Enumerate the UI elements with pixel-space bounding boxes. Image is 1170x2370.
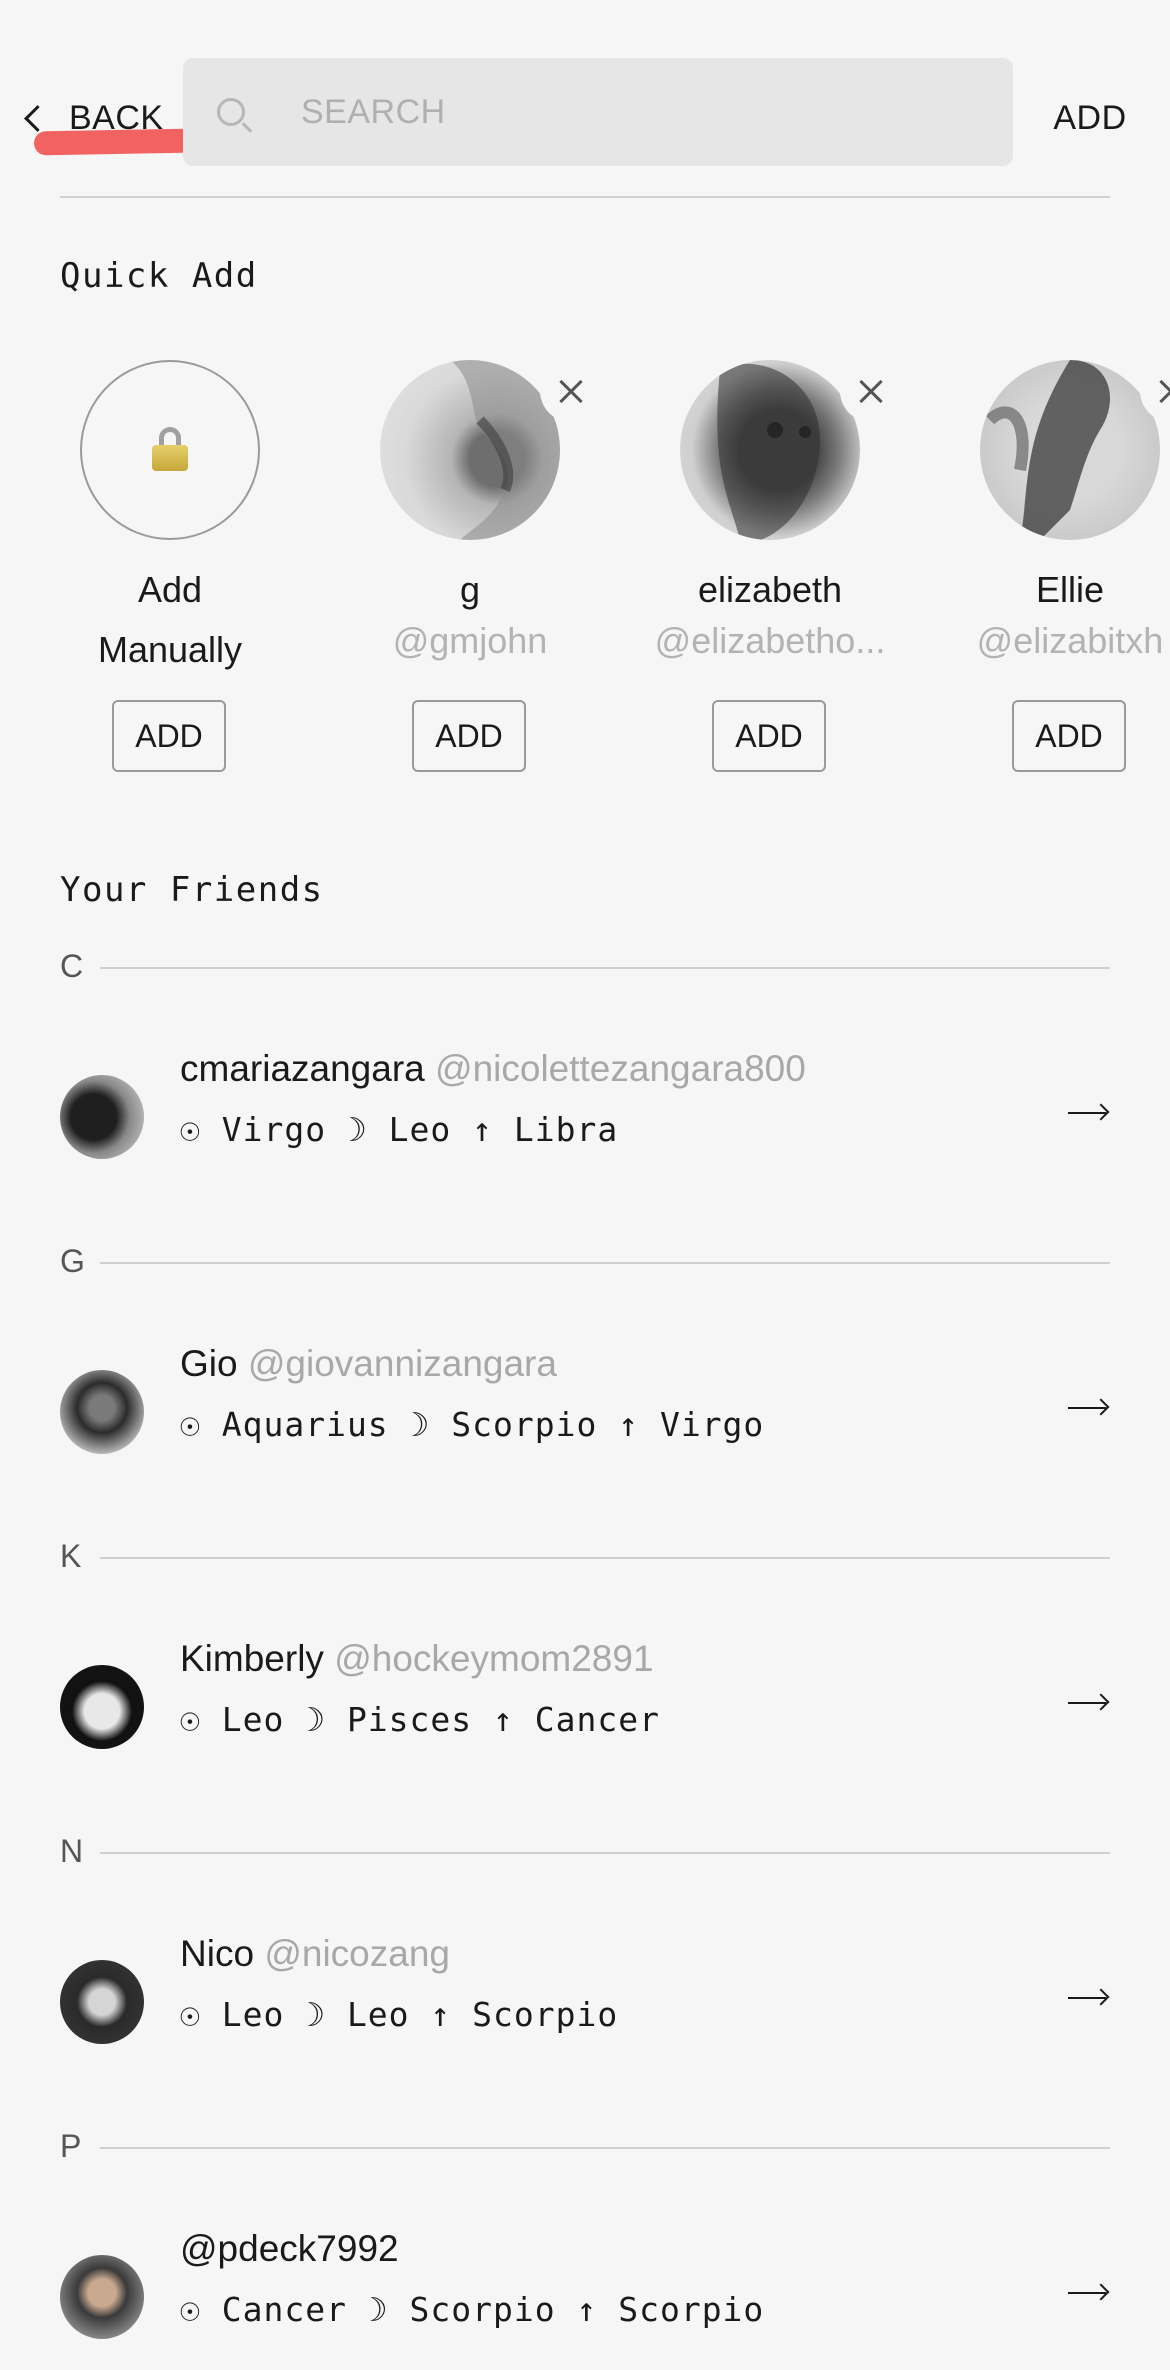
quick-add-manual-card: Add Manually ADD xyxy=(20,360,320,780)
search-icon xyxy=(217,98,245,126)
arrow-right-icon[interactable] xyxy=(1068,2292,1106,2294)
friend-handle: @giovannizangara xyxy=(247,1343,557,1384)
suggestion-name: elizabeth xyxy=(697,569,843,610)
friend-row[interactable]: @pdeck7992 ☉ Cancer ☽ Scorpio ↑ Scorpio xyxy=(0,2220,1170,2360)
avatar xyxy=(60,1665,144,1749)
astro-signs: ☉ Cancer ☽ Scorpio ↑ Scorpio xyxy=(180,2290,765,2329)
suggestion-handle: @elizabitxh xyxy=(976,620,1164,661)
sculpture-image xyxy=(985,360,1110,540)
add-manually-button[interactable]: ADD xyxy=(112,700,226,772)
quick-add-title: Quick Add xyxy=(60,256,258,296)
friend-name-line: cmariazangara @nicolettezangara800 xyxy=(180,1048,806,1090)
friend-name: Nico xyxy=(180,1933,255,1974)
friend-handle: @nicozang xyxy=(264,1933,450,1974)
avatar[interactable] xyxy=(380,360,560,540)
section-letter: P xyxy=(60,2128,82,2164)
section-letter: K xyxy=(60,1538,82,1574)
arrow-right-icon[interactable] xyxy=(1068,1407,1106,1409)
add-button[interactable]: ADD xyxy=(1030,90,1150,146)
suggestion-name: g xyxy=(459,569,481,610)
arrow-right-icon[interactable] xyxy=(1068,1112,1106,1114)
friend-name: Gio xyxy=(180,1343,238,1384)
friend-name-line: Nico @nicozang xyxy=(180,1933,450,1975)
avatar[interactable] xyxy=(680,360,860,540)
dismiss-suggestion-close-icon[interactable] xyxy=(540,360,602,422)
friend-handle: @pdeck7992 xyxy=(180,2228,399,2269)
section-letter: N xyxy=(60,1833,84,1869)
section-divider xyxy=(100,1557,1110,1559)
sculpture-image xyxy=(717,363,820,540)
header-divider xyxy=(60,196,1110,198)
search-input[interactable] xyxy=(299,91,983,133)
section-divider xyxy=(100,1262,1110,1264)
section-divider xyxy=(100,967,1110,969)
friend-name-line: Kimberly @hockeymom2891 xyxy=(180,1638,654,1680)
section-divider xyxy=(100,2147,1110,2149)
chevron-left-icon xyxy=(24,104,51,132)
section-divider xyxy=(100,1852,1110,1854)
avatar xyxy=(60,1960,144,2044)
friend-row[interactable]: Gio @giovannizangara ☉ Aquarius ☽ Scorpi… xyxy=(0,1335,1170,1475)
friend-row[interactable]: Nico @nicozang ☉ Leo ☽ Leo ↑ Scorpio xyxy=(0,1925,1170,2065)
avatar[interactable] xyxy=(980,360,1160,540)
friend-name-line: @pdeck7992 xyxy=(180,2228,399,2270)
astro-signs: ☉ Aquarius ☽ Scorpio ↑ Virgo xyxy=(180,1405,765,1444)
avatar xyxy=(60,1075,144,1159)
astro-signs: ☉ Virgo ☽ Leo ↑ Libra xyxy=(180,1110,619,1149)
add-suggestion-button[interactable]: ADD xyxy=(712,700,826,772)
suggestion-name: Ellie xyxy=(1035,569,1105,610)
highlight-underline xyxy=(33,128,197,156)
quick-add-card: elizabeth @elizabetho... ADD xyxy=(620,360,920,780)
section-letter: G xyxy=(60,1243,85,1279)
astro-signs: ☉ Leo ☽ Leo ↑ Scorpio xyxy=(180,1995,619,2034)
lock-icon xyxy=(152,427,188,473)
friend-name: cmariazangara xyxy=(180,1048,425,1089)
friend-row[interactable]: cmariazangara @nicolettezangara800 ☉ Vir… xyxy=(0,1040,1170,1180)
friend-handle: @hockeymom2891 xyxy=(334,1638,654,1679)
avatar xyxy=(60,2255,144,2339)
add-manually-circle[interactable] xyxy=(80,360,260,540)
friend-handle: @nicolettezangara800 xyxy=(435,1048,806,1089)
add-suggestion-button[interactable]: ADD xyxy=(412,700,526,772)
friend-name: Kimberly xyxy=(180,1638,324,1679)
add-manually-label: Add Manually xyxy=(97,569,243,670)
quick-add-card: g @gmjohn ADD xyxy=(320,360,620,780)
add-suggestion-button[interactable]: ADD xyxy=(1012,700,1126,772)
astro-signs: ☉ Leo ☽ Pisces ↑ Cancer xyxy=(180,1700,660,1739)
arrow-right-icon[interactable] xyxy=(1068,1997,1106,1999)
your-friends-title: Your Friends xyxy=(60,870,324,910)
arrow-right-icon[interactable] xyxy=(1068,1702,1106,1704)
friend-name-line: Gio @giovannizangara xyxy=(180,1343,557,1385)
suggestion-handle: @gmjohn xyxy=(392,620,548,661)
friend-row[interactable]: Kimberly @hockeymom2891 ☉ Leo ☽ Pisces ↑… xyxy=(0,1630,1170,1770)
sculpture-image xyxy=(450,360,560,540)
suggestion-handle: @elizabetho... xyxy=(654,620,886,661)
dismiss-suggestion-close-icon[interactable] xyxy=(840,360,902,422)
section-letter: C xyxy=(60,948,84,984)
search-bar[interactable] xyxy=(183,58,1013,166)
quick-add-card: Ellie @elizabitxh ADD xyxy=(920,360,1170,780)
avatar xyxy=(60,1370,144,1454)
